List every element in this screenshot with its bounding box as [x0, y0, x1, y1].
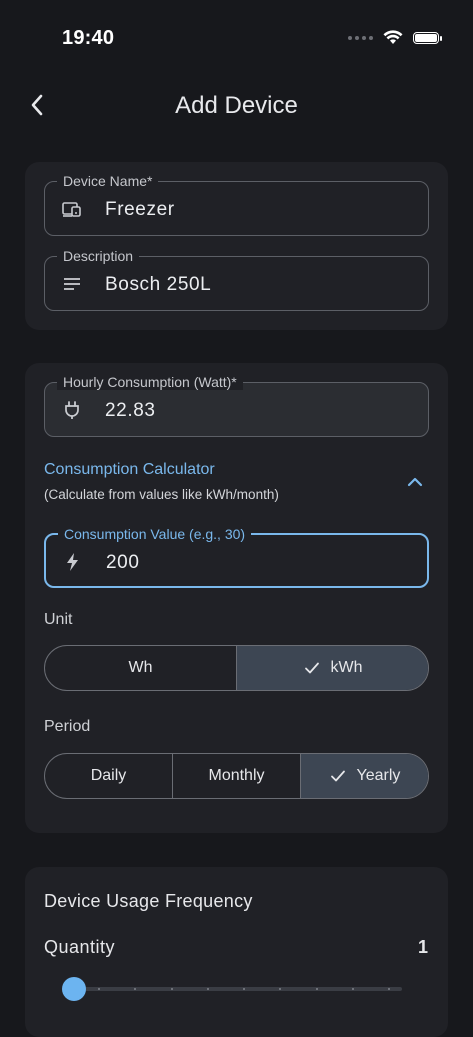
period-option-yearly[interactable]: Yearly — [300, 754, 428, 798]
slider-tick — [98, 988, 100, 990]
consumption-value-input[interactable]: Consumption Value (e.g., 30) 200 — [44, 526, 429, 588]
period-option-monthly[interactable]: Monthly — [172, 754, 300, 798]
unit-label: Unit — [44, 611, 73, 628]
status-time: 19:40 — [62, 27, 115, 49]
quantity-value: 1 — [417, 937, 428, 957]
wifi-icon — [383, 30, 403, 44]
unit-option-label: kWh — [330, 659, 363, 676]
slider-tick — [388, 988, 390, 990]
unit-option-label: Wh — [128, 659, 153, 676]
notes-icon — [64, 278, 80, 290]
status-bar: 19:40 — [0, 0, 473, 70]
period-option-label: Yearly — [356, 767, 401, 784]
hourly-consumption-field[interactable]: Hourly Consumption (Watt)* 22.83 — [44, 374, 429, 437]
slider-tick — [170, 988, 173, 990]
app-bar: Add Device — [0, 80, 473, 134]
quantity-label: Quantity — [44, 937, 116, 957]
consumption-calculator-subtitle: (Calculate from values like kWh/month) — [44, 487, 279, 502]
period-option-label: Daily — [90, 767, 127, 784]
check-icon — [330, 770, 345, 782]
device-info-card: Device Name* Freezer Description Bosch 2… — [25, 162, 448, 330]
device-name-value: Freezer — [105, 199, 175, 220]
description-value: Bosch 250L — [105, 274, 212, 295]
hourly-consumption-label: Hourly Consumption (Watt)* — [57, 374, 243, 390]
period-label: Period — [44, 718, 91, 735]
battery-icon — [413, 31, 442, 44]
consumption-card: Hourly Consumption (Watt)* 22.83 Consump… — [25, 363, 448, 833]
consumption-value-label: Consumption Value (e.g., 30) — [58, 526, 252, 542]
page-title: Add Device — [175, 92, 298, 119]
period-option-daily[interactable]: Daily — [45, 754, 172, 798]
slider-tick — [351, 988, 354, 990]
consumption-value: 200 — [106, 552, 140, 573]
check-icon — [304, 662, 319, 674]
bolt-icon — [67, 553, 78, 571]
description-label: Description — [57, 248, 140, 264]
slider-tick — [315, 988, 318, 990]
slider-thumb[interactable] — [62, 977, 86, 1001]
unit-selector: Wh kWh — [44, 645, 429, 691]
description-field[interactable]: Description Bosch 250L — [44, 248, 429, 311]
unit-option-kwh[interactable]: kWh — [236, 646, 428, 690]
slider-tick — [243, 988, 245, 990]
slider-tick — [206, 988, 209, 990]
device-name-field[interactable]: Device Name* Freezer — [44, 173, 429, 236]
status-icons — [348, 30, 442, 45]
quantity-slider[interactable] — [62, 977, 402, 1001]
unit-option-wh[interactable]: Wh — [45, 646, 236, 690]
device-name-label: Device Name* — [57, 173, 159, 189]
consumption-calculator-title[interactable]: Consumption Calculator — [44, 461, 215, 479]
cellular-signal-icon — [348, 35, 373, 40]
usage-frequency-card: Device Usage Frequency Quantity 1 — [25, 867, 448, 1037]
period-option-label: Monthly — [208, 767, 265, 784]
devices-icon — [62, 202, 81, 217]
period-selector: Daily Monthly Yearly — [44, 753, 429, 799]
chevron-up-icon[interactable] — [404, 471, 426, 493]
plug-icon — [65, 401, 79, 419]
usage-frequency-title: Device Usage Frequency — [44, 891, 253, 911]
hourly-consumption-value: 22.83 — [105, 400, 156, 421]
